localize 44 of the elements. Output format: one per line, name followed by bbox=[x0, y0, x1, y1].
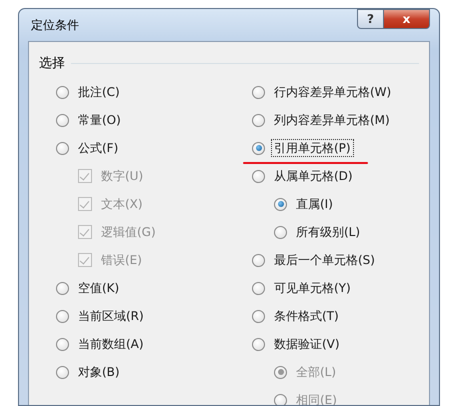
option-label: 所有级别(L) bbox=[295, 224, 362, 240]
radio-button[interactable] bbox=[56, 86, 69, 98]
option-label: 逻辑值(G) bbox=[100, 224, 157, 240]
close-button[interactable]: x bbox=[384, 9, 430, 29]
option-label: 批注(C) bbox=[77, 84, 121, 100]
option-label: 行内容差异单元格(W) bbox=[273, 84, 392, 100]
option-label: 从属单元格(D) bbox=[273, 168, 354, 184]
option-label: 数字(U) bbox=[100, 168, 144, 184]
option-label: 可见单元格(Y) bbox=[273, 280, 352, 296]
option-label: 常量(O) bbox=[77, 112, 122, 128]
option-label: 列内容差异单元格(M) bbox=[273, 112, 391, 128]
radio-button[interactable] bbox=[252, 114, 265, 126]
group-title: 选择 bbox=[39, 55, 65, 72]
radio-button[interactable] bbox=[252, 282, 265, 294]
option-label: 相同(E) bbox=[295, 392, 338, 405]
radio-button[interactable] bbox=[56, 142, 69, 154]
option-label: 最后一个单元格(S) bbox=[273, 252, 376, 268]
help-button[interactable]: ? bbox=[357, 9, 384, 29]
option-label: 当前区域(R) bbox=[77, 308, 145, 324]
radio-button[interactable] bbox=[56, 366, 69, 378]
radio-button[interactable] bbox=[56, 338, 69, 350]
radio-button[interactable] bbox=[56, 310, 69, 322]
option-label: 空值(K) bbox=[77, 280, 120, 296]
option-label: 全部(L) bbox=[295, 364, 338, 380]
option-label: 引用单元格(P) bbox=[271, 138, 354, 156]
option-label: 条件格式(T) bbox=[273, 308, 340, 324]
radio-button[interactable] bbox=[56, 282, 69, 294]
radio-button[interactable] bbox=[252, 86, 265, 98]
radio-button[interactable] bbox=[252, 338, 265, 350]
option-label: 数据验证(V) bbox=[273, 336, 341, 352]
radio-button[interactable] bbox=[274, 226, 287, 238]
option-label: 错误(E) bbox=[100, 252, 143, 268]
radio-button[interactable] bbox=[274, 198, 287, 210]
radio-button[interactable] bbox=[252, 142, 265, 154]
option-label: 对象(B) bbox=[77, 364, 121, 380]
option-label: 直属(I) bbox=[295, 196, 334, 212]
option-label: 当前数组(A) bbox=[77, 336, 145, 352]
radio-button[interactable] bbox=[252, 254, 265, 266]
radio-button[interactable] bbox=[56, 114, 69, 126]
radio-button[interactable] bbox=[252, 170, 265, 182]
option-label: 文本(X) bbox=[100, 196, 144, 212]
option-label: 公式(F) bbox=[77, 140, 120, 156]
radio-button[interactable] bbox=[252, 310, 265, 322]
window-title: 定位条件 bbox=[30, 16, 79, 34]
